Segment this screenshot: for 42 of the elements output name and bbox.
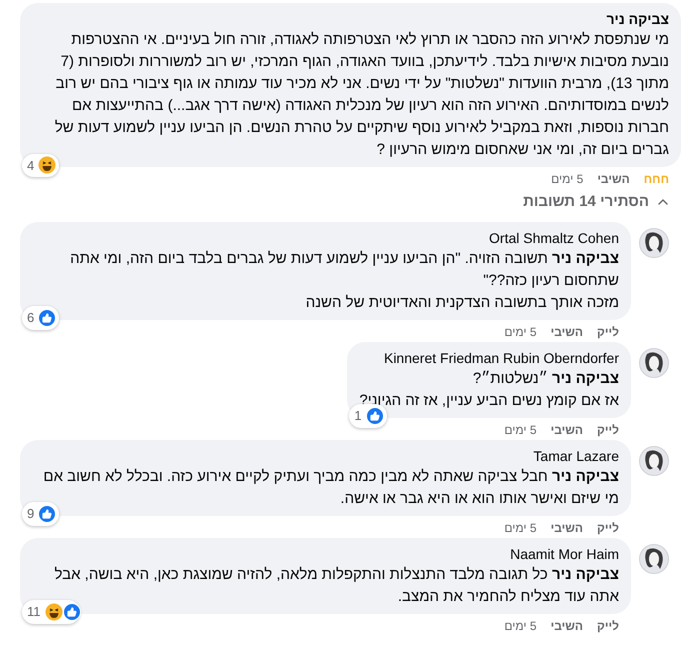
reaction-count: 4 xyxy=(26,156,36,174)
reaction-badge[interactable]: 4 xyxy=(22,154,60,177)
reaction-badge[interactable]: 6 xyxy=(22,306,60,330)
author-name[interactable]: Ortal Shmaltz Cohen xyxy=(32,228,619,246)
like-reaction-icon xyxy=(366,406,384,425)
avatar[interactable] xyxy=(639,446,669,476)
comment-text: צביקה ניר ״נשלטות״? xyxy=(472,368,619,388)
comment-text: צביקה ניר תשובה הזויה. "הן הביעו עניין לשמוע דעות של גברים בלבד ביום הזה, ומי אתה שתחסום רעיון כזה??" xyxy=(69,248,619,290)
avatar[interactable] xyxy=(639,228,669,258)
reaction-badge[interactable]: 9 xyxy=(22,502,60,526)
reply-link[interactable]: השיבי xyxy=(550,422,584,438)
reaction-badge[interactable]: 11 xyxy=(22,600,80,624)
reaction-count: 6 xyxy=(26,309,36,327)
comment-time[interactable]: 5 ימים xyxy=(504,520,537,536)
comment-time[interactable]: 5 ימים xyxy=(504,422,537,438)
reaction-count: 9 xyxy=(26,505,36,523)
reaction-link[interactable]: לייק xyxy=(597,422,619,438)
reply-link[interactable]: השיבי xyxy=(550,520,584,536)
laughing-emoji-icon xyxy=(44,602,62,621)
like-reaction-icon xyxy=(62,602,80,621)
comment-text: מזכה אותך בתשובה הצדקנית והאדיוטית של השנה xyxy=(304,292,619,312)
avatar[interactable] xyxy=(639,348,669,378)
like-reaction-icon xyxy=(38,308,56,327)
hide-replies-toggle[interactable]: הסתירי 14 תשובות xyxy=(523,189,681,216)
author-name[interactable]: צביקה ניר xyxy=(32,10,669,28)
author-name[interactable]: Naamit Mor Haim xyxy=(32,544,619,562)
avatar[interactable] xyxy=(639,544,669,574)
reply-link[interactable]: השיבי xyxy=(550,618,584,634)
laughing-emoji-icon xyxy=(38,156,56,174)
comment-time[interactable]: 5 ימים xyxy=(504,324,537,340)
comment-time[interactable]: 5 ימים xyxy=(551,171,584,187)
reaction-link[interactable]: לייק xyxy=(597,618,619,634)
reply-link[interactable]: השיבי xyxy=(550,324,584,340)
reaction-count: 11 xyxy=(26,603,42,621)
reply-link[interactable]: השיבי xyxy=(597,171,630,187)
comment-time[interactable]: 5 ימים xyxy=(504,618,537,634)
reaction-link[interactable]: לייק xyxy=(597,324,619,340)
reaction-badge[interactable]: 1 xyxy=(349,404,387,428)
author-name[interactable]: Kinneret Friedman Rubin Oberndorfer xyxy=(359,348,619,366)
reaction-link[interactable]: לייק xyxy=(597,520,619,536)
like-reaction-icon xyxy=(38,504,56,523)
author-name[interactable]: Tamar Lazare xyxy=(32,446,619,464)
